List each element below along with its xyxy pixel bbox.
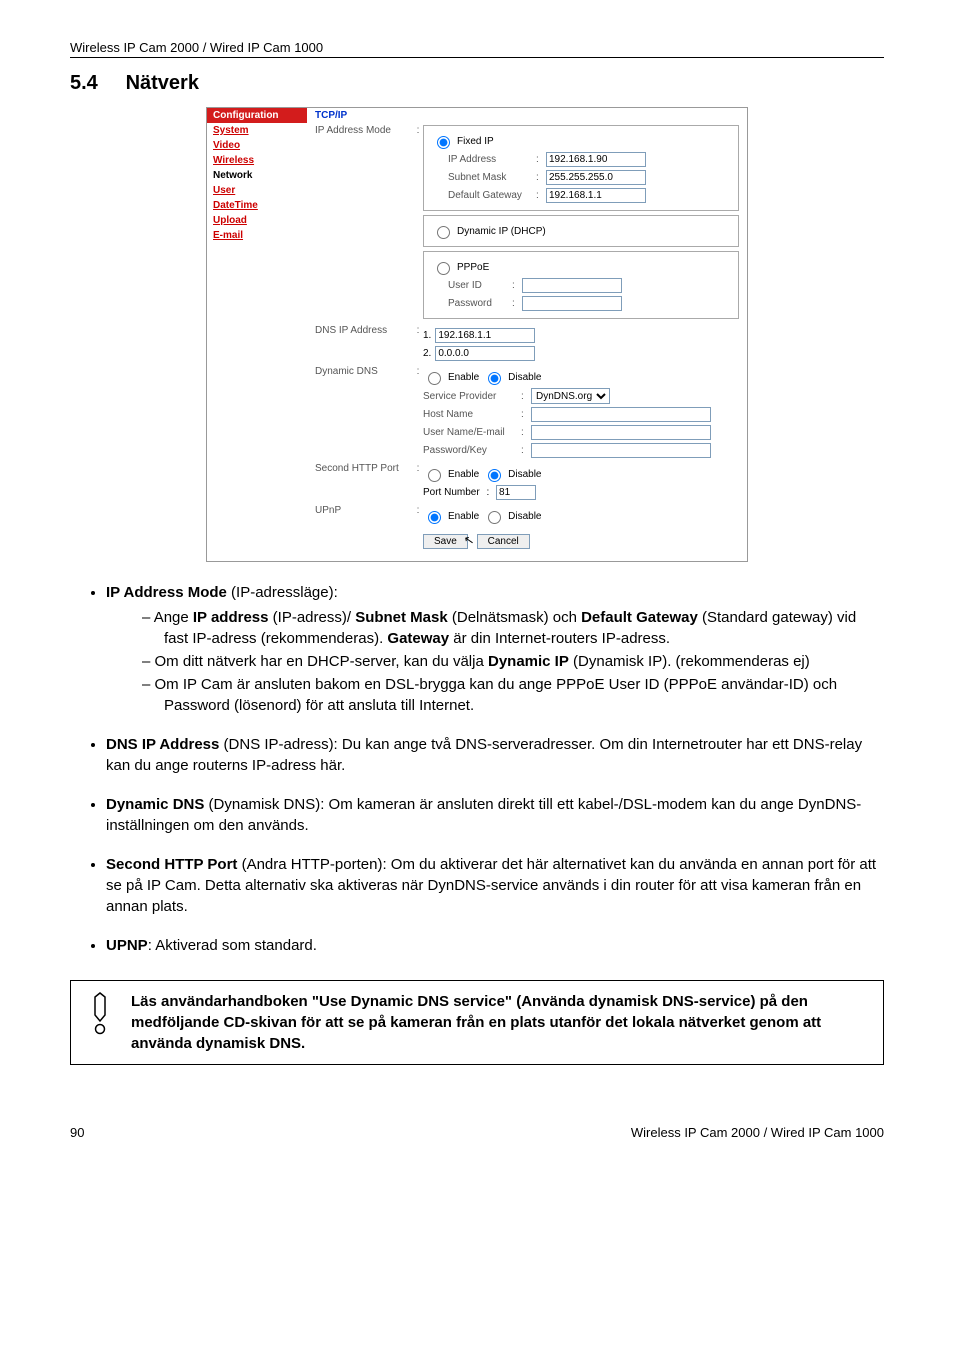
hostname-label: Host Name (423, 409, 517, 420)
upnp-label: UPnP (315, 505, 413, 516)
ip-mode-label: IP Address Mode (315, 125, 413, 136)
http-disable-label: Disable (508, 469, 541, 480)
list-item-http: Second HTTP Port (Andra HTTP-porten): Om… (106, 854, 884, 917)
dns-heading: DNS IP Address (106, 736, 219, 753)
http-disable-radio[interactable] (488, 469, 501, 482)
sidebar-item-network[interactable]: Network (207, 168, 307, 183)
upnp-disable-radio[interactable] (488, 511, 501, 524)
page-header: Wireless IP Cam 2000 / Wired IP Cam 1000 (70, 40, 884, 58)
section-number: 5.4 (70, 72, 120, 95)
dyn-heading: Dynamic DNS (106, 796, 204, 813)
userid-label: User ID (448, 280, 508, 291)
pppoe-label: PPPoE (457, 262, 489, 273)
gateway-input[interactable] (546, 188, 646, 203)
dns-label: DNS IP Address (315, 325, 413, 336)
list-item-upnp: UPNP: Aktiverad som standard. (106, 935, 884, 956)
sidebar-item-upload[interactable]: Upload (207, 213, 307, 228)
sub-item-3: Om IP Cam är ansluten bakom en DSL-brygg… (142, 674, 884, 716)
upnp-disable-label: Disable (508, 511, 541, 522)
page-footer: 90 Wireless IP Cam 2000 / Wired IP Cam 1… (70, 1125, 884, 1140)
dyn-text: (Dynamisk DNS): Om kameran är ansluten d… (106, 796, 861, 834)
port-number-input[interactable] (496, 485, 536, 500)
sub-item-1: Ange IP address (IP-adress)/ Subnet Mask… (142, 607, 884, 649)
second-http-label: Second HTTP Port (315, 463, 413, 474)
http-enable-radio[interactable] (428, 469, 441, 482)
sidebar-item-video[interactable]: Video (207, 138, 307, 153)
http-heading: Second HTTP Port (106, 856, 237, 873)
dns1-num: 1. (423, 330, 431, 341)
section-heading: 5.4 Nätverk (70, 72, 884, 95)
sidebar-item-wireless[interactable]: Wireless (207, 153, 307, 168)
ip-mode-trans: (IP-adressläge): (231, 584, 338, 601)
username-email-label: User Name/E-mail (423, 427, 517, 438)
fixed-ip-box: Fixed IP IP Address: Subnet Mask: Defaul… (423, 125, 739, 211)
tcp-ip-title: TCP/IP (315, 108, 739, 123)
http-enable-label: Enable (448, 469, 479, 480)
dns1-input[interactable] (435, 328, 535, 343)
subnet-input[interactable] (546, 170, 646, 185)
dhcp-radio[interactable] (437, 226, 450, 239)
dns2-num: 2. (423, 348, 431, 359)
main-bullet-list: IP Address Mode (IP-adressläge): Ange IP… (70, 582, 884, 956)
sidebar-item-user[interactable]: User (207, 183, 307, 198)
dyndns-disable-label: Disable (508, 372, 541, 383)
dyndns-label: Dynamic DNS (315, 366, 413, 377)
config-sidebar: Configuration System Video Wireless Netw… (207, 108, 307, 561)
dyndns-enable-label: Enable (448, 372, 479, 383)
password-key-input[interactable] (531, 443, 711, 458)
sub-item-2: Om ditt nätverk har en DHCP-server, kan … (142, 651, 884, 672)
list-item-dns: DNS IP Address (DNS IP-adress): Du kan a… (106, 734, 884, 776)
upnp-enable-label: Enable (448, 511, 479, 522)
service-provider-select[interactable]: DynDNS.org (531, 388, 610, 404)
pppoe-password-input[interactable] (522, 296, 622, 311)
dhcp-box: Dynamic IP (DHCP) (423, 215, 739, 247)
dyndns-enable-radio[interactable] (428, 372, 441, 385)
config-main: TCP/IP IP Address Mode : Fixed IP IP Add… (307, 108, 747, 561)
config-screenshot: Configuration System Video Wireless Netw… (206, 107, 748, 562)
list-item-dyndns: Dynamic DNS (Dynamisk DNS): Om kameran ä… (106, 794, 884, 836)
footer-right: Wireless IP Cam 2000 / Wired IP Cam 1000 (631, 1125, 884, 1140)
hostname-input[interactable] (531, 407, 711, 422)
page-number: 90 (70, 1125, 84, 1140)
dns2-input[interactable] (435, 346, 535, 361)
list-item-ipmode: IP Address Mode (IP-adressläge): Ange IP… (106, 582, 884, 716)
service-provider-label: Service Provider (423, 391, 517, 402)
password-key-label: Password/Key (423, 445, 517, 456)
exclamation-icon (83, 991, 117, 1039)
upnp-text: : Aktiverad som standard. (148, 937, 317, 954)
gateway-label: Default Gateway (448, 190, 532, 201)
port-number-label: Port Number (423, 487, 480, 498)
sidebar-item-email[interactable]: E-mail (207, 228, 307, 243)
note-box: Läs användarhandboken "Use Dynamic DNS s… (70, 980, 884, 1065)
upnp-enable-radio[interactable] (428, 511, 441, 524)
pppoe-password-label: Password (448, 298, 508, 309)
cancel-button[interactable]: Cancel (477, 534, 530, 549)
subnet-label: Subnet Mask (448, 172, 532, 183)
note-text: Läs användarhandboken "Use Dynamic DNS s… (131, 991, 871, 1054)
section-title-text: Nätverk (126, 72, 199, 94)
username-email-input[interactable] (531, 425, 711, 440)
pppoe-radio[interactable] (437, 262, 450, 275)
ip-mode-heading: IP Address Mode (106, 584, 227, 601)
dyndns-disable-radio[interactable] (488, 372, 501, 385)
sidebar-item-system[interactable]: System (207, 123, 307, 138)
userid-input[interactable] (522, 278, 622, 293)
sidebar-item-datetime[interactable]: DateTime (207, 198, 307, 213)
ip-address-label: IP Address (448, 154, 532, 165)
fixed-ip-radio[interactable] (437, 136, 450, 149)
dns-text: (DNS IP-adress): Du kan ange två DNS-ser… (106, 736, 862, 774)
pppoe-box: PPPoE User ID: Password: (423, 251, 739, 319)
save-button[interactable]: Save (423, 534, 468, 549)
dhcp-label: Dynamic IP (DHCP) (457, 226, 546, 237)
fixed-ip-label: Fixed IP (457, 136, 494, 147)
cursor-icon: ↖ (463, 532, 475, 548)
upnp-heading: UPNP (106, 937, 148, 954)
ip-address-input[interactable] (546, 152, 646, 167)
sidebar-title: Configuration (207, 108, 307, 123)
